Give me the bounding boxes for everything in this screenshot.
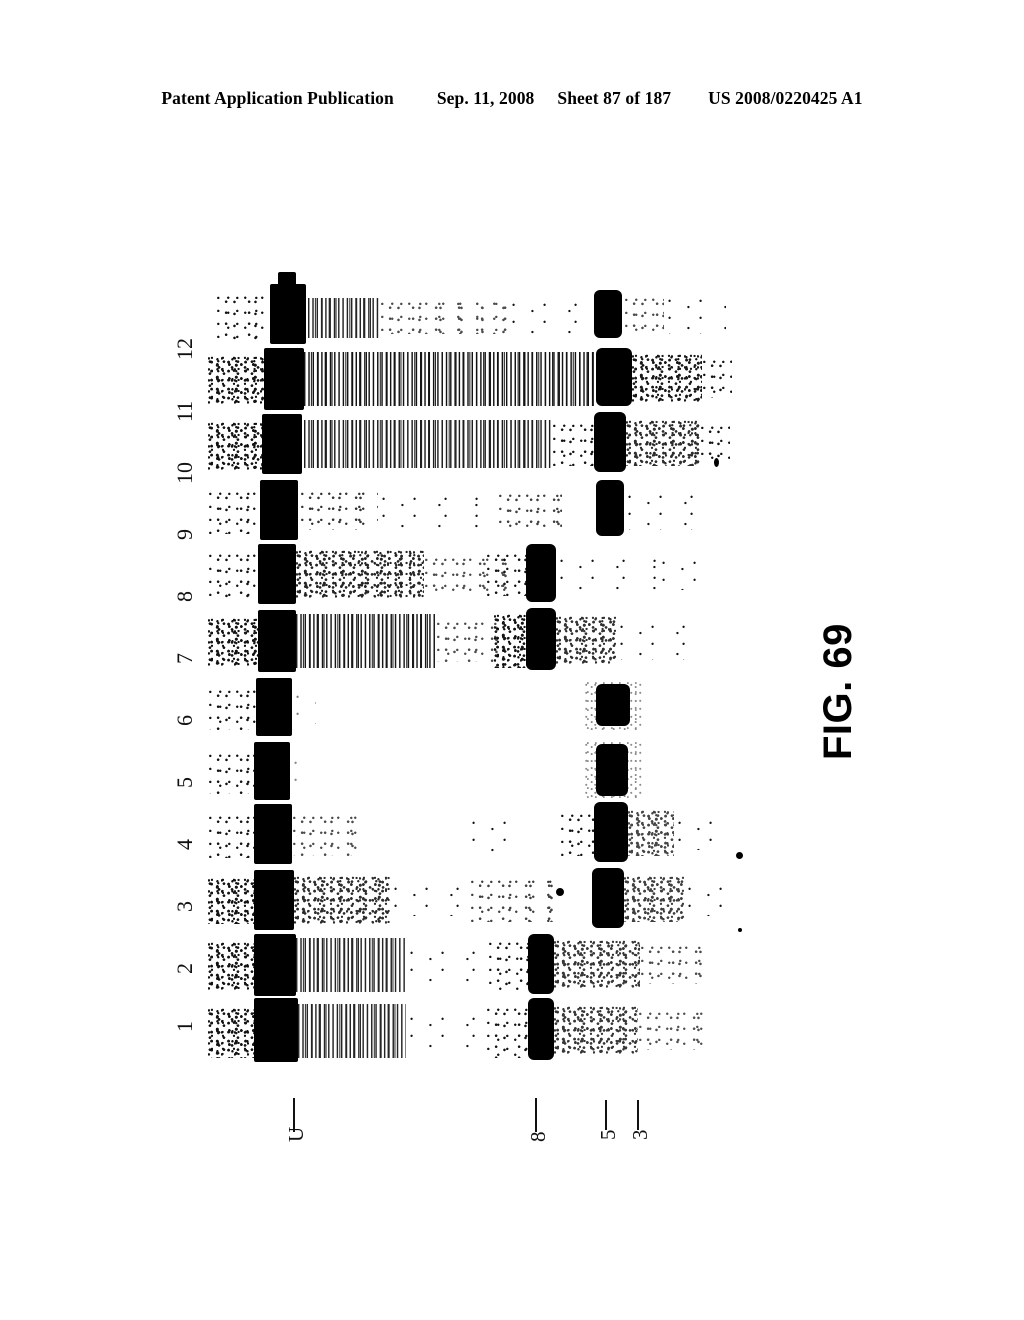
lane-label-3: 3 [172, 901, 197, 912]
size-marker-3-label: 3 [628, 1129, 652, 1141]
gel-lane-7 [208, 608, 732, 672]
lane-label-6: 6 [172, 715, 197, 726]
gel-lane-3 [208, 868, 732, 930]
gel-lane-11 [208, 348, 732, 410]
size-marker-8-label: 8 [526, 1131, 550, 1143]
gel-lane-4 [208, 802, 732, 864]
lane-label-12: 12 [172, 338, 197, 360]
lane-label-7: 7 [172, 653, 197, 664]
gel-autoradiograph [208, 272, 743, 1062]
gel-lane-12 [208, 272, 732, 344]
tick-mark-8 [535, 1098, 537, 1132]
tick-mark-3 [637, 1100, 639, 1130]
gel-speck [736, 852, 743, 859]
lane-label-1: 1 [172, 1021, 197, 1032]
gel-lane-8 [208, 544, 732, 604]
gel-speck [714, 458, 719, 467]
lane-label-4: 4 [172, 839, 197, 850]
gel-lane-5 [208, 742, 732, 800]
tick-mark-5 [605, 1100, 607, 1130]
size-marker-5-label: 5 [596, 1129, 620, 1141]
gel-lane-1 [208, 998, 732, 1062]
lane-label-9: 9 [172, 529, 197, 540]
figure-label: FIG. 69 [816, 623, 860, 760]
lane-label-8: 8 [172, 591, 197, 602]
size-marker-U-label: U [284, 1126, 308, 1142]
gel-lane-9 [208, 480, 732, 540]
lane-label-10: 10 [172, 462, 197, 484]
figure-69: 12 11 10 9 8 7 6 5 4 3 2 1 U 8 5 3 FIG. … [0, 0, 1024, 1320]
gel-lane-2 [208, 934, 732, 996]
lane-label-5: 5 [172, 777, 197, 788]
gel-lane-6 [208, 678, 732, 736]
gel-speck [738, 928, 742, 932]
lane-label-2: 2 [172, 963, 197, 974]
lane-label-11: 11 [172, 400, 197, 422]
gel-lane-10 [208, 412, 732, 474]
